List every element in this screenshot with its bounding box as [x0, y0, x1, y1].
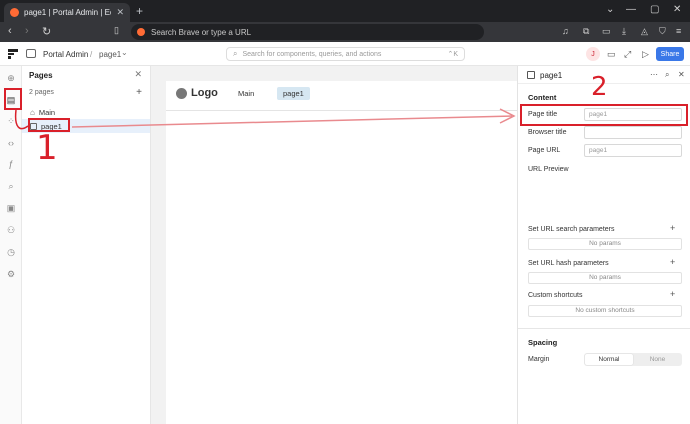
annotation-box-page-title	[520, 104, 688, 126]
screenshot-root: page1 | Portal Admin | Editor | ... ✕ + …	[0, 0, 690, 424]
content-section-title: Content	[528, 93, 557, 102]
search-icon[interactable]: ⌕	[665, 70, 669, 80]
breadcrumb-app-name[interactable]: Portal Admin	[43, 50, 88, 59]
browser-address-bar: ‹ › ↻ ▯ Search Brave or type a URL ♫ ⧉ ▭…	[0, 22, 690, 42]
url-preview-label: URL Preview	[528, 166, 569, 173]
share-button[interactable]: Share	[656, 47, 684, 61]
url-preview	[528, 180, 682, 220]
close-icon[interactable]: ✕	[678, 70, 685, 79]
component-search-input[interactable]: ⌕ Search for components, queries, and ac…	[226, 47, 465, 61]
add-page-button[interactable]: +	[136, 87, 142, 98]
annotation-box-pages-icon	[4, 88, 22, 110]
home-icon: ⌂	[30, 107, 35, 117]
breadcrumb-page[interactable]: page1	[99, 50, 121, 59]
brave-icon	[137, 28, 145, 36]
page-count: 2 pages	[29, 89, 54, 96]
url-placeholder: Search Brave or type a URL	[151, 27, 252, 37]
bookmark-icon[interactable]: ▯	[114, 25, 119, 36]
function-icon[interactable]: ƒ	[6, 159, 16, 169]
page-nav-main[interactable]: Main	[238, 89, 254, 98]
add-hash-param-button[interactable]: +	[670, 257, 675, 267]
add-component-icon[interactable]: ⊕	[6, 73, 16, 83]
new-tab-button[interactable]: +	[136, 4, 143, 18]
page-nav-page1[interactable]: page1	[277, 87, 310, 100]
tab-close-icon[interactable]: ✕	[116, 7, 124, 18]
browser-title-input[interactable]	[584, 126, 682, 139]
page-item-main[interactable]: ⌂ Main	[30, 106, 55, 118]
menu-icon[interactable]: ≡	[676, 26, 681, 36]
pages-panel-title: Pages	[29, 71, 53, 80]
tab-favicon-icon	[10, 8, 19, 17]
sidebar-icon[interactable]: ▭	[602, 26, 611, 37]
url-hash-params-empty: No params	[528, 272, 682, 284]
page-header[interactable]: Logo Main page1	[166, 81, 517, 111]
page-url-label: Page URL	[528, 147, 561, 154]
logo-icon	[176, 88, 187, 99]
annotation-number-2: 2	[591, 72, 608, 102]
play-icon[interactable]: ▷	[642, 49, 649, 60]
spacing-section-title: Spacing	[528, 338, 558, 347]
search-shortcut: ⌃K	[447, 51, 458, 58]
url-hash-params-label: Set URL hash parameters	[528, 260, 609, 267]
sidebar-toggle-icon[interactable]	[26, 49, 36, 58]
page-frame[interactable]: Logo Main page1	[166, 81, 517, 424]
search-rail-icon[interactable]: ⌕	[6, 181, 16, 191]
forward-icon[interactable]: ›	[25, 25, 29, 37]
search-placeholder: Search for components, queries, and acti…	[242, 50, 382, 58]
download-icon[interactable]: ⤓	[622, 26, 626, 37]
page-icon	[527, 71, 535, 79]
close-icon[interactable]: ✕	[134, 69, 142, 80]
search-icon: ⌕	[233, 49, 238, 58]
components-icon[interactable]: ⁘	[6, 116, 16, 126]
browser-tab[interactable]: page1 | Portal Admin | Editor | ... ✕	[4, 3, 130, 22]
code-icon[interactable]: ‹›	[6, 138, 16, 148]
tab-title: page1 | Portal Admin | Editor | ...	[24, 8, 111, 17]
history-icon[interactable]: ◷	[6, 247, 16, 257]
margin-label: Margin	[528, 356, 550, 363]
state-icon[interactable]: ▣	[6, 203, 16, 213]
chevron-down-icon[interactable]: ⌄	[121, 48, 128, 57]
reload-icon[interactable]: ↻	[42, 25, 51, 38]
layout-toggle-icon[interactable]: ▭	[607, 49, 616, 60]
margin-segmented-control: Normal None	[584, 353, 682, 366]
add-search-param-button[interactable]: +	[670, 223, 675, 233]
custom-shortcuts-label: Custom shortcuts	[528, 292, 583, 299]
browser-tab-bar: page1 | Portal Admin | Editor | ... ✕ + …	[0, 0, 690, 22]
music-extension-icon[interactable]: ♫	[562, 26, 569, 36]
logo-text: Logo	[191, 87, 218, 99]
maximize-icon[interactable]: ▢	[650, 4, 659, 15]
brave-rewards-icon[interactable]: ◬	[641, 26, 648, 37]
properties-title: page1	[540, 71, 563, 80]
url-search-params-empty: No params	[528, 238, 682, 250]
custom-shortcuts-empty: No custom shortcuts	[528, 305, 682, 317]
margin-normal-option[interactable]: Normal	[585, 354, 633, 365]
url-input[interactable]: Search Brave or type a URL	[131, 24, 484, 40]
avatar-initial: J	[591, 50, 595, 58]
annotation-number-1: 1	[36, 128, 58, 168]
back-icon[interactable]: ‹	[8, 25, 12, 37]
team-icon[interactable]: ⚇	[6, 225, 16, 235]
left-rail: ⊕ ▤ ⁘ ‹› ƒ ⌕ ▣ ⚇ ◷ ⚙	[0, 66, 22, 424]
page-item-label: Main	[38, 107, 56, 117]
shield-icon[interactable]: ⛉	[659, 26, 666, 37]
close-window-icon[interactable]: ✕	[673, 4, 681, 15]
expand-icon[interactable]: ⤢	[624, 49, 631, 60]
more-icon[interactable]: ⋯	[650, 70, 658, 79]
margin-none-option[interactable]: None	[634, 354, 681, 365]
app-top-bar: Portal Admin / page1 ⌄ ⌕ Search for comp…	[0, 42, 690, 66]
settings-icon[interactable]: ⚙	[6, 269, 16, 279]
url-search-params-label: Set URL search parameters	[528, 226, 615, 233]
app-logo-icon[interactable]	[8, 49, 18, 59]
avatar[interactable]: J	[586, 47, 600, 61]
minimize-icon[interactable]: —	[626, 4, 636, 15]
page-url-input[interactable]: page1	[584, 144, 682, 157]
add-shortcut-button[interactable]: +	[670, 289, 675, 299]
breadcrumb-separator: /	[90, 50, 93, 59]
tab-search-icon[interactable]: ⌄	[606, 4, 614, 15]
section-divider	[518, 328, 690, 329]
browser-title-label: Browser title	[528, 129, 567, 136]
editor-canvas[interactable]: Logo Main page1	[151, 66, 517, 424]
puzzle-extension-icon[interactable]: ⧉	[583, 26, 589, 37]
